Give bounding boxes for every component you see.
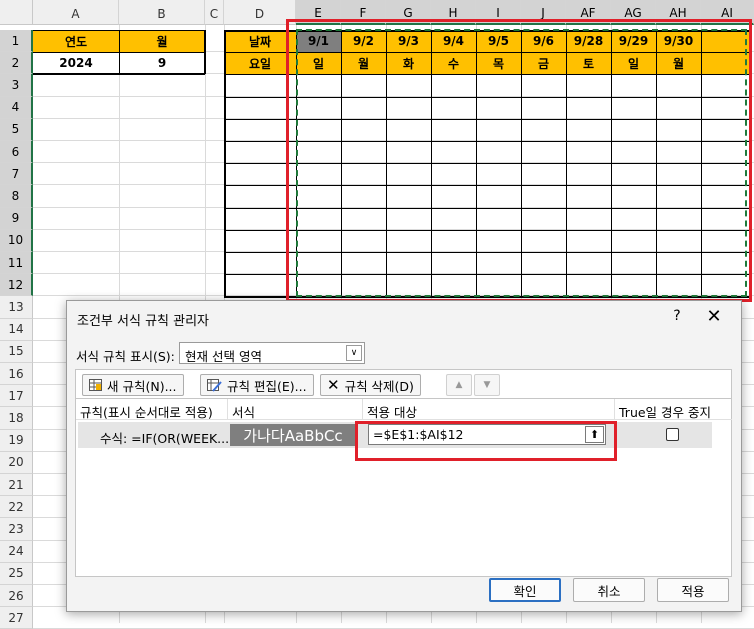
column-header-c[interactable]: C bbox=[205, 0, 224, 25]
cell-a2[interactable]: 2024 bbox=[33, 52, 119, 74]
row-header-23[interactable]: 23 bbox=[0, 518, 33, 541]
new-rule-button[interactable]: 새 규칙(N)... bbox=[82, 374, 184, 396]
column-applies-to-header: 적용 대상 bbox=[363, 399, 615, 420]
row-header-16[interactable]: 16 bbox=[0, 363, 33, 386]
ok-button[interactable]: 확인 bbox=[489, 578, 561, 602]
rule-formula: 수식: =IF(OR(WEEK... bbox=[100, 431, 230, 446]
show-rules-dropdown[interactable]: 현재 선택 영역 ∨ bbox=[179, 342, 365, 364]
row-header-20[interactable]: 20 bbox=[0, 451, 33, 474]
row-header-25[interactable]: 25 bbox=[0, 562, 33, 585]
column-header-a[interactable]: A bbox=[33, 0, 119, 25]
row-header-3[interactable]: 3 bbox=[0, 74, 33, 97]
apply-button[interactable]: 적용 bbox=[657, 578, 729, 602]
edit-rule-label: 규칙 편집(E)... bbox=[227, 378, 307, 394]
column-stop-if-true-header: True일 경우 중지 bbox=[615, 399, 732, 420]
triangle-down-icon: ▼ bbox=[483, 380, 491, 390]
rules-toolbar: 새 규칙(N)... 규칙 편집(E)... ✕ 규칙 삭제(D) ▲ ▼ bbox=[75, 369, 732, 399]
dialog-title: 조건부 서식 규칙 관리자 bbox=[77, 314, 209, 329]
row-header-14[interactable]: 14 bbox=[0, 318, 33, 341]
row-header-8[interactable]: 8 bbox=[0, 185, 33, 208]
highlight-box-applies-to bbox=[355, 421, 617, 461]
border bbox=[204, 30, 206, 74]
column-rule-header: 규칙(표시 순서대로 적용) bbox=[76, 399, 228, 420]
show-rules-label: 서식 규칙 표시(S): bbox=[76, 349, 175, 364]
move-down-button[interactable]: ▼ bbox=[474, 374, 500, 396]
row-header-18[interactable]: 18 bbox=[0, 407, 33, 430]
row-header-21[interactable]: 21 bbox=[0, 474, 33, 497]
new-rule-label: 새 규칙(N)... bbox=[107, 378, 177, 394]
show-rules-value: 현재 선택 영역 bbox=[185, 349, 262, 364]
column-header-b[interactable]: B bbox=[119, 0, 205, 25]
cell-b1[interactable]: 월 bbox=[119, 30, 205, 52]
conditional-format-rules-manager-dialog: 조건부 서식 규칙 관리자 ? ✕ 서식 규칙 표시(S): 현재 선택 영역 … bbox=[66, 300, 742, 612]
edit-rule-button[interactable]: 규칙 편집(E)... bbox=[200, 374, 314, 396]
row-header-22[interactable]: 22 bbox=[0, 496, 33, 519]
cancel-button[interactable]: 취소 bbox=[573, 578, 645, 602]
row-header-12[interactable]: 12 bbox=[0, 274, 33, 297]
row-header-7[interactable]: 7 bbox=[0, 163, 33, 186]
row-header-19[interactable]: 19 bbox=[0, 429, 33, 452]
row-header-4[interactable]: 4 bbox=[0, 96, 33, 119]
edit-rule-icon bbox=[207, 378, 222, 392]
chevron-down-icon: ∨ bbox=[346, 345, 362, 361]
delete-icon: ✕ bbox=[327, 376, 340, 394]
row-header-11[interactable]: 11 bbox=[0, 252, 33, 275]
cell-b2[interactable]: 9 bbox=[119, 52, 205, 74]
row-header-1[interactable]: 1 bbox=[0, 30, 33, 53]
row-header-2[interactable]: 2 bbox=[0, 52, 33, 75]
move-up-button[interactable]: ▲ bbox=[446, 374, 472, 396]
row-header-17[interactable]: 17 bbox=[0, 385, 33, 408]
row-header-10[interactable]: 10 bbox=[0, 229, 33, 252]
select-all-corner[interactable] bbox=[0, 0, 33, 25]
row-header-27[interactable]: 27 bbox=[0, 607, 33, 629]
row-header-26[interactable]: 26 bbox=[0, 585, 33, 608]
border bbox=[224, 30, 226, 297]
row-header-15[interactable]: 15 bbox=[0, 340, 33, 363]
triangle-up-icon: ▲ bbox=[455, 380, 463, 390]
delete-rule-label: 규칙 삭제(D) bbox=[344, 378, 414, 394]
stop-if-true-checkbox[interactable] bbox=[666, 428, 679, 441]
format-preview: 가나다AaBbCc bbox=[230, 424, 356, 446]
cell-a1[interactable]: 연도 bbox=[33, 30, 119, 52]
close-button[interactable]: ✕ bbox=[703, 306, 725, 328]
new-rule-icon bbox=[89, 379, 102, 391]
row-header-24[interactable]: 24 bbox=[0, 540, 33, 563]
delete-rule-button[interactable]: ✕ 규칙 삭제(D) bbox=[320, 374, 421, 396]
rules-list: 규칙(표시 순서대로 적용) 서식 적용 대상 True일 경우 중지 수식: … bbox=[75, 399, 732, 577]
help-button[interactable]: ? bbox=[667, 308, 687, 328]
row-header-13[interactable]: 13 bbox=[0, 296, 33, 319]
highlight-box-range bbox=[286, 19, 752, 302]
border bbox=[119, 30, 120, 74]
row-header-5[interactable]: 5 bbox=[0, 118, 33, 141]
column-format-header: 서식 bbox=[228, 399, 363, 420]
row-header-6[interactable]: 6 bbox=[0, 141, 33, 164]
row-header-9[interactable]: 9 bbox=[0, 207, 33, 230]
